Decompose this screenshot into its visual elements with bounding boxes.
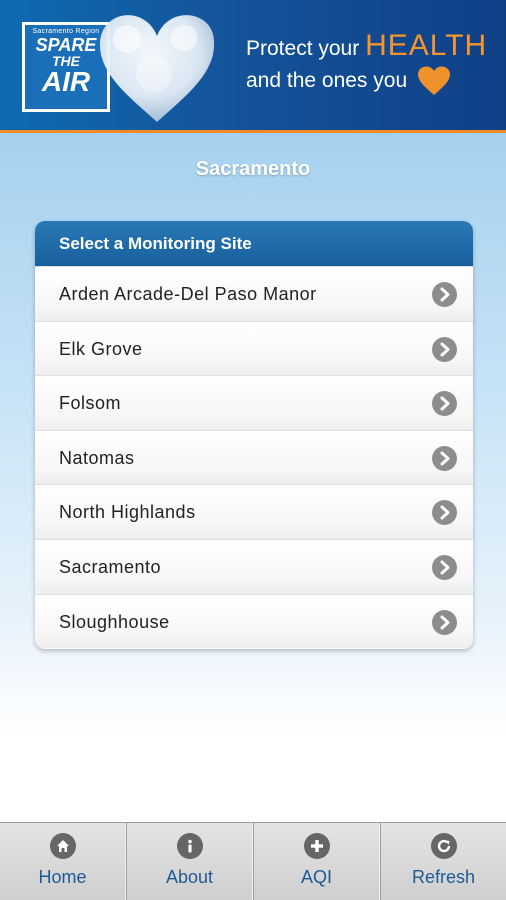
monitoring-site-list: Select a Monitoring Site Arden Arcade-De… — [35, 221, 473, 649]
orange-heart-icon — [417, 66, 450, 96]
site-item-label: Sloughhouse — [59, 611, 170, 632]
tagline-highlight: HEALTH — [365, 29, 488, 62]
site-item-sloughhouse[interactable]: Sloughhouse — [35, 593, 473, 649]
tab-label: AQI — [300, 867, 332, 887]
tab-label: About — [165, 867, 214, 887]
site-item-label: North Highlands — [59, 502, 196, 523]
chevron-right-icon — [432, 282, 457, 307]
site-item-label: Arden Arcade-Del Paso Manor — [59, 284, 317, 304]
tagline: Protect your HEALTH and the ones you — [246, 30, 487, 97]
tagline-line2: and the ones you — [246, 69, 408, 92]
bottom-tab-bar: Home About AQI Refresh — [0, 822, 506, 900]
site-item-sacramento[interactable]: Sacramento — [35, 538, 473, 594]
info-icon — [176, 833, 203, 859]
site-item-folsom[interactable]: Folsom — [35, 375, 473, 430]
chevron-right-icon — [432, 609, 457, 635]
home-icon — [49, 833, 76, 859]
refresh-icon — [430, 833, 457, 859]
page-title: Sacramento — [195, 158, 311, 180]
tab-about[interactable]: About — [126, 823, 253, 900]
site-item-natomas[interactable]: Natomas — [35, 429, 473, 485]
chevron-right-icon — [432, 500, 457, 526]
tab-label: Home — [38, 867, 87, 887]
site-item-label: Natomas — [59, 447, 135, 468]
tab-aqi[interactable]: AQI — [253, 823, 380, 900]
list-header: Select a Monitoring Site — [35, 221, 473, 266]
tab-refresh[interactable]: Refresh — [380, 823, 506, 900]
cloud-heart-icon — [99, 15, 215, 122]
site-item-label: Elk Grove — [59, 338, 143, 359]
site-item-north-highlands[interactable]: North Highlands — [35, 484, 473, 539]
chevron-right-icon — [432, 445, 457, 471]
chevron-right-icon — [432, 336, 457, 362]
tab-home[interactable]: Home — [0, 823, 126, 900]
tagline-line1: Protect your — [246, 37, 360, 60]
header-banner: Sacramento Region SPARE THE AIR Protect … — [0, 0, 506, 133]
tab-label: Refresh — [411, 867, 476, 887]
site-item-label: Sacramento — [59, 556, 162, 577]
site-item-arden-arcade[interactable]: Arden Arcade-Del Paso Manor — [35, 266, 473, 321]
plus-icon — [303, 833, 330, 859]
site-item-elk-grove[interactable]: Elk Grove — [35, 320, 473, 376]
chevron-right-icon — [432, 391, 457, 417]
chevron-right-icon — [432, 554, 457, 580]
site-item-label: Folsom — [59, 393, 122, 414]
